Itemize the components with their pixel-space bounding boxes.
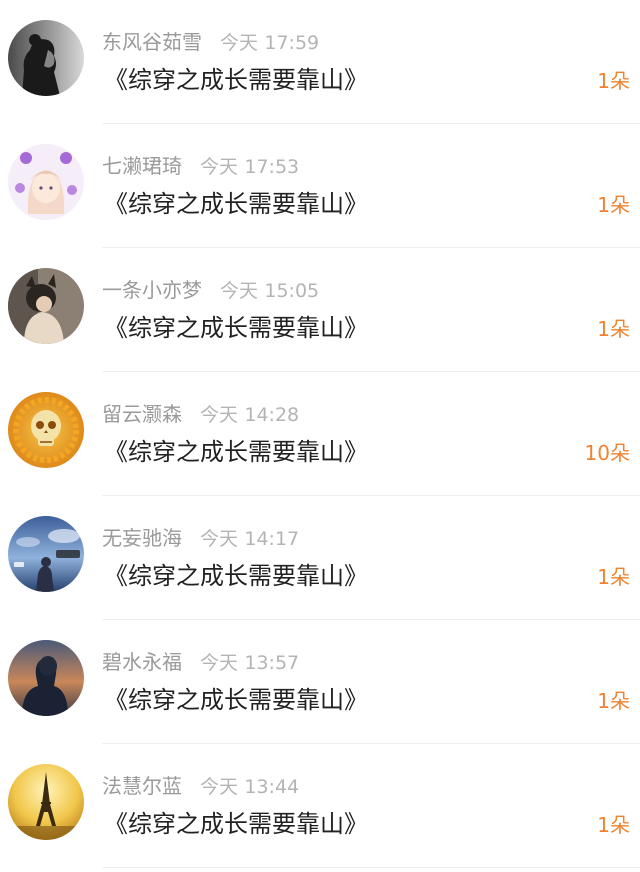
- user-name[interactable]: 法慧尔蓝: [102, 774, 182, 798]
- gift-list: 东风谷茹雪 今天 17:59 《综穿之成长需要靠山》 1朵 七濑珺琦 今天 17…: [0, 0, 640, 872]
- avatar[interactable]: [8, 764, 84, 840]
- gift-amount: 1朵: [597, 317, 630, 341]
- gift-time: 14:28: [244, 404, 300, 426]
- gift-day: 今天: [200, 776, 239, 798]
- list-item[interactable]: 无妄驰海 今天 14:17 《综穿之成长需要靠山》 1朵: [0, 496, 640, 620]
- avatar-man-sunset-icon: [8, 640, 84, 716]
- list-item[interactable]: 碧水永福 今天 13:57 《综穿之成长需要靠山》 1朵: [0, 620, 640, 744]
- list-item[interactable]: 东风谷茹雪 今天 17:59 《综穿之成长需要靠山》 1朵: [0, 0, 640, 124]
- gift-time: 13:57: [244, 652, 300, 674]
- book-title[interactable]: 《综穿之成长需要靠山》: [104, 682, 368, 718]
- book-title[interactable]: 《综穿之成长需要靠山》: [104, 62, 368, 98]
- book-title[interactable]: 《综穿之成长需要靠山》: [104, 310, 368, 346]
- user-name[interactable]: 一条小亦梦: [102, 278, 202, 302]
- avatar[interactable]: [8, 268, 84, 344]
- gift-meta: 七濑珺琦 今天 17:53: [102, 151, 299, 181]
- gift-time: 15:05: [264, 280, 320, 302]
- list-item[interactable]: 留云灏森 今天 14:28 《综穿之成长需要靠山》 10朵: [0, 372, 640, 496]
- avatar[interactable]: [8, 640, 84, 716]
- book-title[interactable]: 《综穿之成长需要靠山》: [104, 806, 368, 842]
- gift-amount: 1朵: [597, 813, 630, 837]
- list-item[interactable]: 七濑珺琦 今天 17:53 《综穿之成长需要靠山》 1朵: [0, 124, 640, 248]
- book-title[interactable]: 《综穿之成长需要靠山》: [104, 186, 368, 222]
- gift-meta: 法慧尔蓝 今天 13:44: [102, 771, 299, 801]
- gift-meta: 留云灏森 今天 14:28: [102, 399, 299, 429]
- list-item[interactable]: 一条小亦梦 今天 15:05 《综穿之成长需要靠山》 1朵: [0, 248, 640, 372]
- divider: [102, 867, 640, 868]
- avatar-dark-profile-icon: [8, 20, 84, 96]
- avatar-anime-purple-icon: [8, 144, 84, 220]
- gift-time: 14:17: [244, 528, 300, 550]
- book-title[interactable]: 《综穿之成长需要靠山》: [104, 434, 368, 470]
- avatar-golden-skull-icon: [8, 392, 84, 468]
- avatar[interactable]: [8, 516, 84, 592]
- avatar[interactable]: [8, 20, 84, 96]
- gift-amount: 10朵: [584, 441, 630, 465]
- avatar-eiffel-tower-icon: [8, 764, 84, 840]
- user-name[interactable]: 东风谷茹雪: [102, 30, 202, 54]
- avatar[interactable]: [8, 144, 84, 220]
- gift-time: 17:53: [244, 156, 300, 178]
- gift-day: 今天: [220, 280, 259, 302]
- gift-time: 17:59: [264, 32, 320, 54]
- gift-time: 13:44: [244, 776, 300, 798]
- gift-meta: 一条小亦梦 今天 15:05: [102, 275, 319, 305]
- avatar-girl-sky-icon: [8, 516, 84, 592]
- gift-day: 今天: [200, 652, 239, 674]
- list-item[interactable]: 法慧尔蓝 今天 13:44 《综穿之成长需要靠山》 1朵: [0, 744, 640, 868]
- gift-amount: 1朵: [597, 69, 630, 93]
- gift-amount: 1朵: [597, 565, 630, 589]
- gift-day: 今天: [200, 404, 239, 426]
- user-name[interactable]: 无妄驰海: [102, 526, 182, 550]
- gift-day: 今天: [220, 32, 259, 54]
- gift-meta: 无妄驰海 今天 14:17: [102, 523, 299, 553]
- user-name[interactable]: 七濑珺琦: [102, 154, 182, 178]
- user-name[interactable]: 留云灏森: [102, 402, 182, 426]
- avatar-cat-ears-girl-icon: [8, 268, 84, 344]
- gift-day: 今天: [200, 528, 239, 550]
- gift-amount: 1朵: [597, 689, 630, 713]
- gift-meta: 碧水永福 今天 13:57: [102, 647, 299, 677]
- user-name[interactable]: 碧水永福: [102, 650, 182, 674]
- gift-amount: 1朵: [597, 193, 630, 217]
- book-title[interactable]: 《综穿之成长需要靠山》: [104, 558, 368, 594]
- gift-day: 今天: [200, 156, 239, 178]
- gift-meta: 东风谷茹雪 今天 17:59: [102, 27, 319, 57]
- avatar[interactable]: [8, 392, 84, 468]
